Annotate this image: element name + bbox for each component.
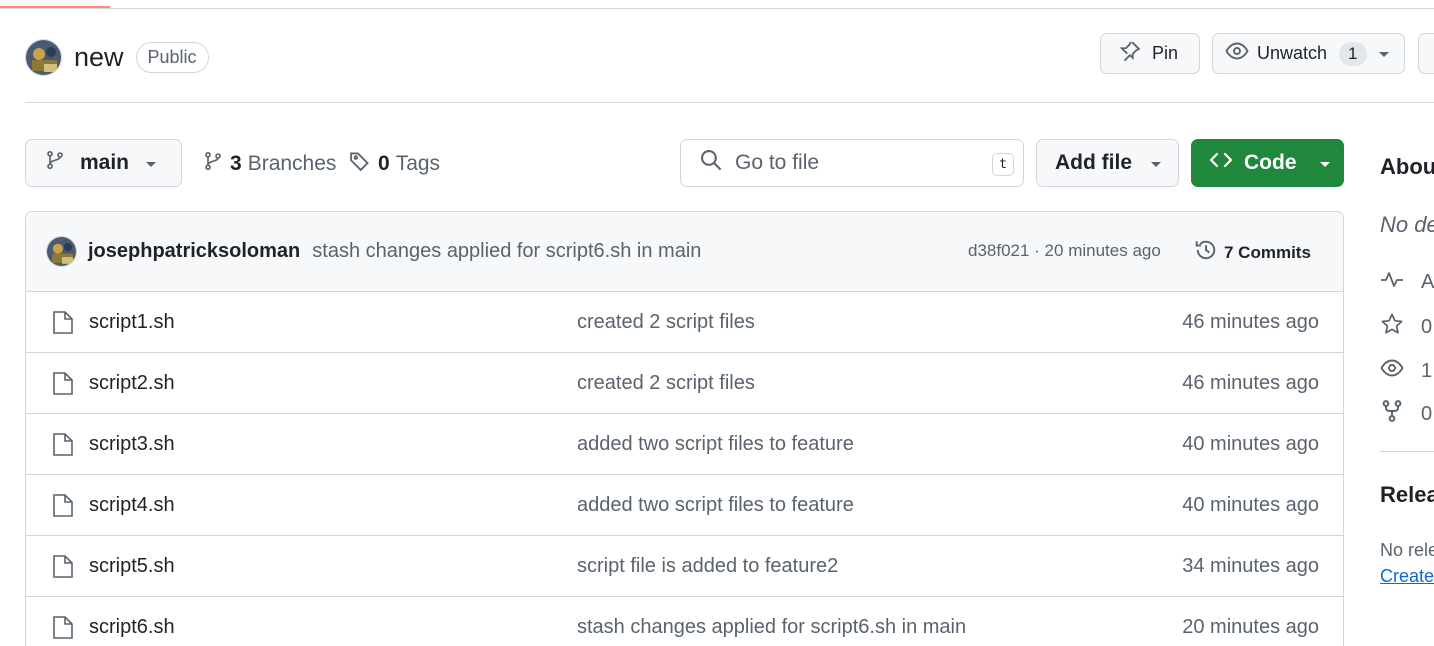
table-row[interactable]: script5.sh script file is added to featu… — [26, 536, 1343, 597]
chevron-down-icon — [1378, 43, 1390, 64]
history-icon — [1194, 238, 1218, 267]
repo-name[interactable]: new — [74, 42, 124, 73]
commit-author[interactable]: josephpatricksoloman — [88, 240, 300, 263]
file-icon — [52, 371, 74, 402]
about-description: No de — [1380, 212, 1434, 237]
file-commit-message[interactable]: added two script files to feature — [577, 494, 854, 517]
file-commit-age: 20 minutes ago — [1182, 616, 1319, 638]
branch-icon — [45, 150, 65, 176]
table-row[interactable]: script4.sh added two script files to fea… — [26, 475, 1343, 536]
eye-icon — [1225, 39, 1249, 68]
file-commit-message[interactable]: added two script files to feature — [577, 433, 854, 456]
stars-link[interactable]: 0 — [1380, 312, 1432, 342]
file-icon — [52, 615, 74, 646]
pin-icon — [1119, 40, 1141, 67]
commits-history-link[interactable]: 7 Commits — [1194, 238, 1311, 267]
file-commit-age: 34 minutes ago — [1182, 555, 1319, 577]
file-commit-age: 46 minutes ago — [1182, 311, 1319, 333]
chevron-down-icon — [145, 151, 157, 175]
page-load-progress — [0, 0, 1434, 9]
unwatch-button[interactable]: Unwatch 1 — [1212, 33, 1405, 74]
branch-selector[interactable]: main — [25, 139, 182, 187]
visibility-badge: Public — [135, 41, 209, 73]
file-commit-age: 40 minutes ago — [1182, 494, 1319, 516]
fork-button[interactable] — [1418, 33, 1434, 74]
table-row[interactable]: script2.sh created 2 script files 46 min… — [26, 353, 1343, 414]
about-title: Abou — [1380, 154, 1434, 179]
watchers-link[interactable]: 1 — [1380, 356, 1432, 386]
branch-name: main — [80, 151, 130, 174]
file-name[interactable]: script2.sh — [89, 372, 175, 395]
file-browser: josephpatricksoloman stash changes appli… — [25, 211, 1344, 646]
star-icon — [1380, 312, 1404, 342]
code-icon — [1209, 150, 1233, 176]
file-commit-message[interactable]: created 2 script files — [577, 311, 755, 334]
commits-count-label: 7 Commits — [1224, 242, 1311, 262]
file-commit-age: 46 minutes ago — [1182, 372, 1319, 394]
releases-title[interactable]: Relea — [1380, 482, 1434, 508]
tag-icon — [349, 150, 371, 178]
latest-commit-bar: josephpatricksoloman stash changes appli… — [26, 212, 1343, 292]
create-release-link[interactable]: Create — [1380, 566, 1434, 587]
table-row[interactable]: script1.sh created 2 script files 46 min… — [26, 292, 1343, 353]
about-sidebar: Abou No de A 0 1 0 Relea No rele Create — [1380, 150, 1434, 630]
add-file-label: Add file — [1055, 151, 1132, 174]
owner-avatar[interactable] — [25, 38, 62, 76]
pulse-icon — [1380, 268, 1404, 296]
progress-fill — [0, 6, 110, 8]
tags-link[interactable]: 0 Tags — [349, 150, 440, 178]
forks-link[interactable]: 0 — [1380, 399, 1432, 429]
file-commit-age: 40 minutes ago — [1182, 433, 1319, 455]
tags-label: Tags — [395, 152, 441, 175]
file-icon — [52, 432, 74, 463]
watch-count: 1 — [1339, 41, 1367, 66]
file-commit-message[interactable]: script file is added to feature2 — [577, 555, 838, 578]
watchers-count: 1 — [1421, 359, 1433, 382]
keyboard-shortcut-hint: t — [992, 153, 1014, 176]
search-icon — [700, 149, 722, 177]
eye-icon — [1380, 356, 1404, 386]
pin-button[interactable]: Pin — [1100, 33, 1200, 74]
no-releases-text: No rele — [1380, 540, 1434, 560]
branches-link[interactable]: 3 Branches — [203, 150, 336, 178]
activity-label: A — [1421, 270, 1434, 293]
file-name[interactable]: script3.sh — [89, 433, 175, 456]
file-icon — [52, 493, 74, 524]
activity-link[interactable]: A — [1380, 268, 1434, 296]
search-placeholder: Go to file — [735, 151, 820, 174]
file-commit-message[interactable]: created 2 script files — [577, 372, 755, 395]
unwatch-label: Unwatch — [1257, 43, 1328, 63]
file-icon — [52, 554, 74, 585]
branch-icon — [203, 150, 223, 178]
code-label: Code — [1244, 151, 1297, 174]
add-file-button[interactable]: Add file — [1036, 139, 1179, 187]
commit-hash-time[interactable]: d38f021 · 20 minutes ago — [968, 241, 1161, 261]
table-row[interactable]: script3.sh added two script files to fea… — [26, 414, 1343, 475]
file-name[interactable]: script6.sh — [89, 616, 175, 639]
repo-header: new Public — [25, 38, 209, 76]
file-name[interactable]: script1.sh — [89, 311, 175, 334]
file-commit-message[interactable]: stash changes applied for script6.sh in … — [577, 616, 966, 639]
fork-icon — [1380, 399, 1404, 429]
code-button[interactable]: Code — [1191, 139, 1344, 187]
pin-label: Pin — [1152, 43, 1179, 63]
file-name[interactable]: script5.sh — [89, 555, 175, 578]
forks-count: 0 — [1421, 402, 1433, 425]
author-avatar[interactable] — [46, 236, 77, 267]
branches-count: 3 — [230, 152, 242, 175]
branches-label: Branches — [247, 152, 337, 175]
chevron-down-icon — [1150, 151, 1162, 175]
file-icon — [52, 310, 74, 341]
header-divider — [25, 102, 1434, 103]
stars-count: 0 — [1421, 315, 1433, 338]
chevron-down-icon — [1319, 151, 1331, 175]
commit-message[interactable]: stash changes applied for script6.sh in … — [312, 240, 701, 263]
table-row[interactable]: script6.sh stash changes applied for scr… — [26, 597, 1343, 646]
sidebar-divider — [1380, 451, 1434, 452]
tags-count: 0 — [378, 152, 390, 175]
go-to-file-input[interactable]: Go to file t — [680, 139, 1024, 187]
file-name[interactable]: script4.sh — [89, 494, 175, 517]
